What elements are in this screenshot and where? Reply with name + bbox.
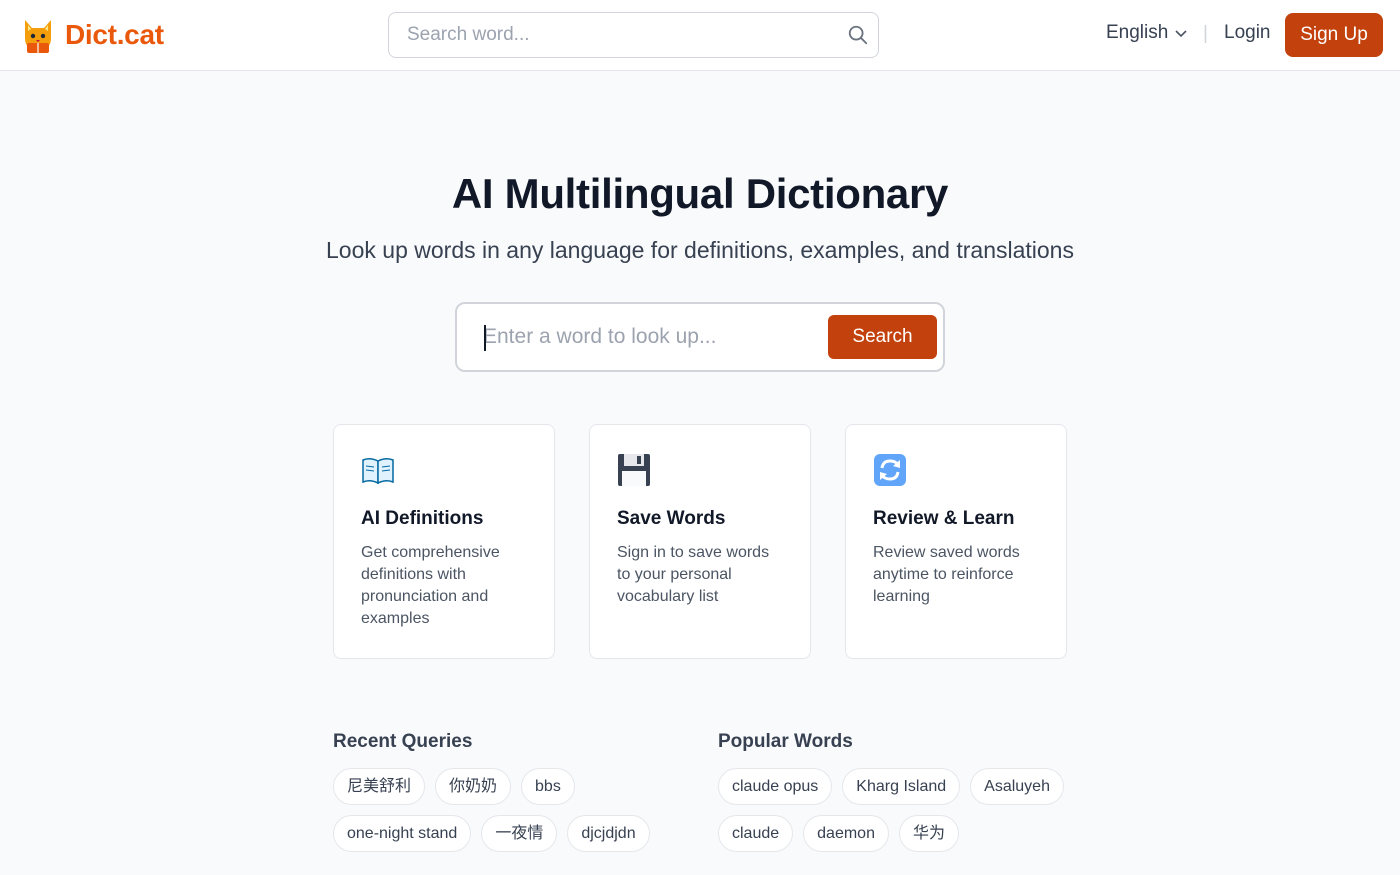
popular-words-title: Popular Words <box>718 731 853 752</box>
book-icon <box>362 457 394 485</box>
recent-query-tag[interactable]: bbs <box>521 768 575 805</box>
recent-queries-title: Recent Queries <box>333 731 473 752</box>
popular-word-tag[interactable]: claude <box>718 815 794 852</box>
feature-title: Review & Learn <box>873 508 1015 529</box>
page-subtitle: Look up words in any language for defini… <box>326 237 1074 263</box>
login-link[interactable]: Login <box>1224 22 1271 44</box>
header-search-input[interactable] <box>389 13 829 57</box>
popular-word-tag[interactable]: 华为 <box>898 815 959 852</box>
nav-separator: | <box>1203 23 1208 44</box>
feature-card-ai-definitions: AI Definitions Get comprehensive definit… <box>333 424 555 659</box>
brand-logo[interactable]: Dict.cat <box>20 16 164 54</box>
language-selector[interactable]: English <box>1106 22 1188 44</box>
chevron-down-icon <box>1175 30 1187 38</box>
refresh-icon <box>874 454 906 486</box>
feature-description: Review saved words anytime to reinforce … <box>873 544 1020 605</box>
feature-title: Save Words <box>617 508 726 529</box>
floppy-disk-icon <box>618 454 650 486</box>
top-nav-bar: Dict.cat English | Login Sign Up <box>0 0 1400 71</box>
feature-description: Get comprehensive definitions with pronu… <box>361 544 500 627</box>
word-lookup-input[interactable] <box>457 304 817 370</box>
page-title: AI Multilingual Dictionary <box>451 170 949 217</box>
popular-word-tag[interactable]: Kharg Island <box>842 768 961 805</box>
recent-query-tag[interactable]: 尼美舒利 <box>333 768 426 805</box>
feature-description: Sign in to save words to your personal v… <box>617 544 770 605</box>
popular-word-tag[interactable]: Asaluyeh <box>970 768 1064 805</box>
cat-logo-icon <box>25 20 51 53</box>
main-search-box: Search <box>455 302 945 372</box>
popular-words-list: claude opus Kharg Island Asaluyeh claude… <box>718 768 1068 852</box>
header-search-box <box>388 12 879 58</box>
recent-query-tag[interactable]: 你奶奶 <box>435 768 512 805</box>
recent-query-tag[interactable]: djcjdjdn <box>567 815 650 852</box>
search-button[interactable]: Search <box>828 315 937 359</box>
language-label: English <box>1106 22 1169 43</box>
recent-query-tag[interactable]: one-night stand <box>333 815 472 852</box>
feature-title: AI Definitions <box>361 508 484 529</box>
text-cursor <box>484 325 486 351</box>
popular-word-tag[interactable]: claude opus <box>718 768 833 805</box>
recent-queries-list: 尼美舒利 你奶奶 bbs one-night stand 一夜情 djcjdjd… <box>333 768 673 852</box>
brand-name: Dict.cat <box>65 19 164 50</box>
signup-button[interactable]: Sign Up <box>1285 13 1383 57</box>
popular-word-tag[interactable]: daemon <box>803 815 889 852</box>
feature-card-save-words: Save Words Sign in to save words to your… <box>589 424 811 659</box>
search-icon[interactable] <box>847 24 869 46</box>
feature-card-review-learn: Review & Learn Review saved words anytim… <box>845 424 1067 659</box>
recent-query-tag[interactable]: 一夜情 <box>481 815 558 852</box>
